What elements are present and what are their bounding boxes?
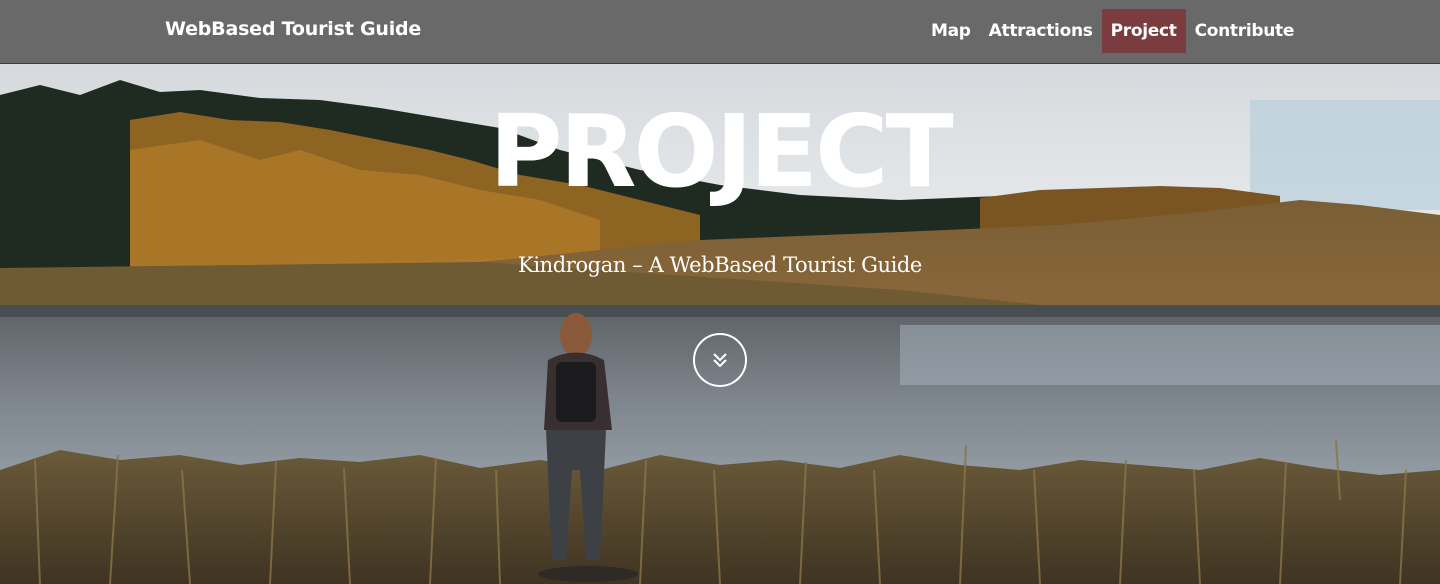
page: WebBased Tourist Guide Map Attractions P… — [0, 0, 1440, 584]
hero-subtitle: Kindrogan – A WebBased Tourist Guide — [518, 253, 922, 277]
navbar: WebBased Tourist Guide Map Attractions P… — [0, 0, 1440, 64]
hero-title: PROJECT — [489, 93, 953, 210]
nav-item-contribute[interactable]: Contribute — [1186, 9, 1304, 53]
nav-item-project[interactable]: Project — [1101, 9, 1186, 53]
hero-background-image — [0, 0, 1440, 584]
brand-link[interactable]: WebBased Tourist Guide — [165, 18, 421, 40]
double-chevron-down-icon — [713, 353, 727, 368]
nav-item-map[interactable]: Map — [922, 9, 980, 53]
nav-menu: Map Attractions Project Contribute — [922, 9, 1303, 53]
scroll-down-button[interactable] — [693, 333, 747, 387]
nav-item-attractions[interactable]: Attractions — [980, 9, 1102, 53]
